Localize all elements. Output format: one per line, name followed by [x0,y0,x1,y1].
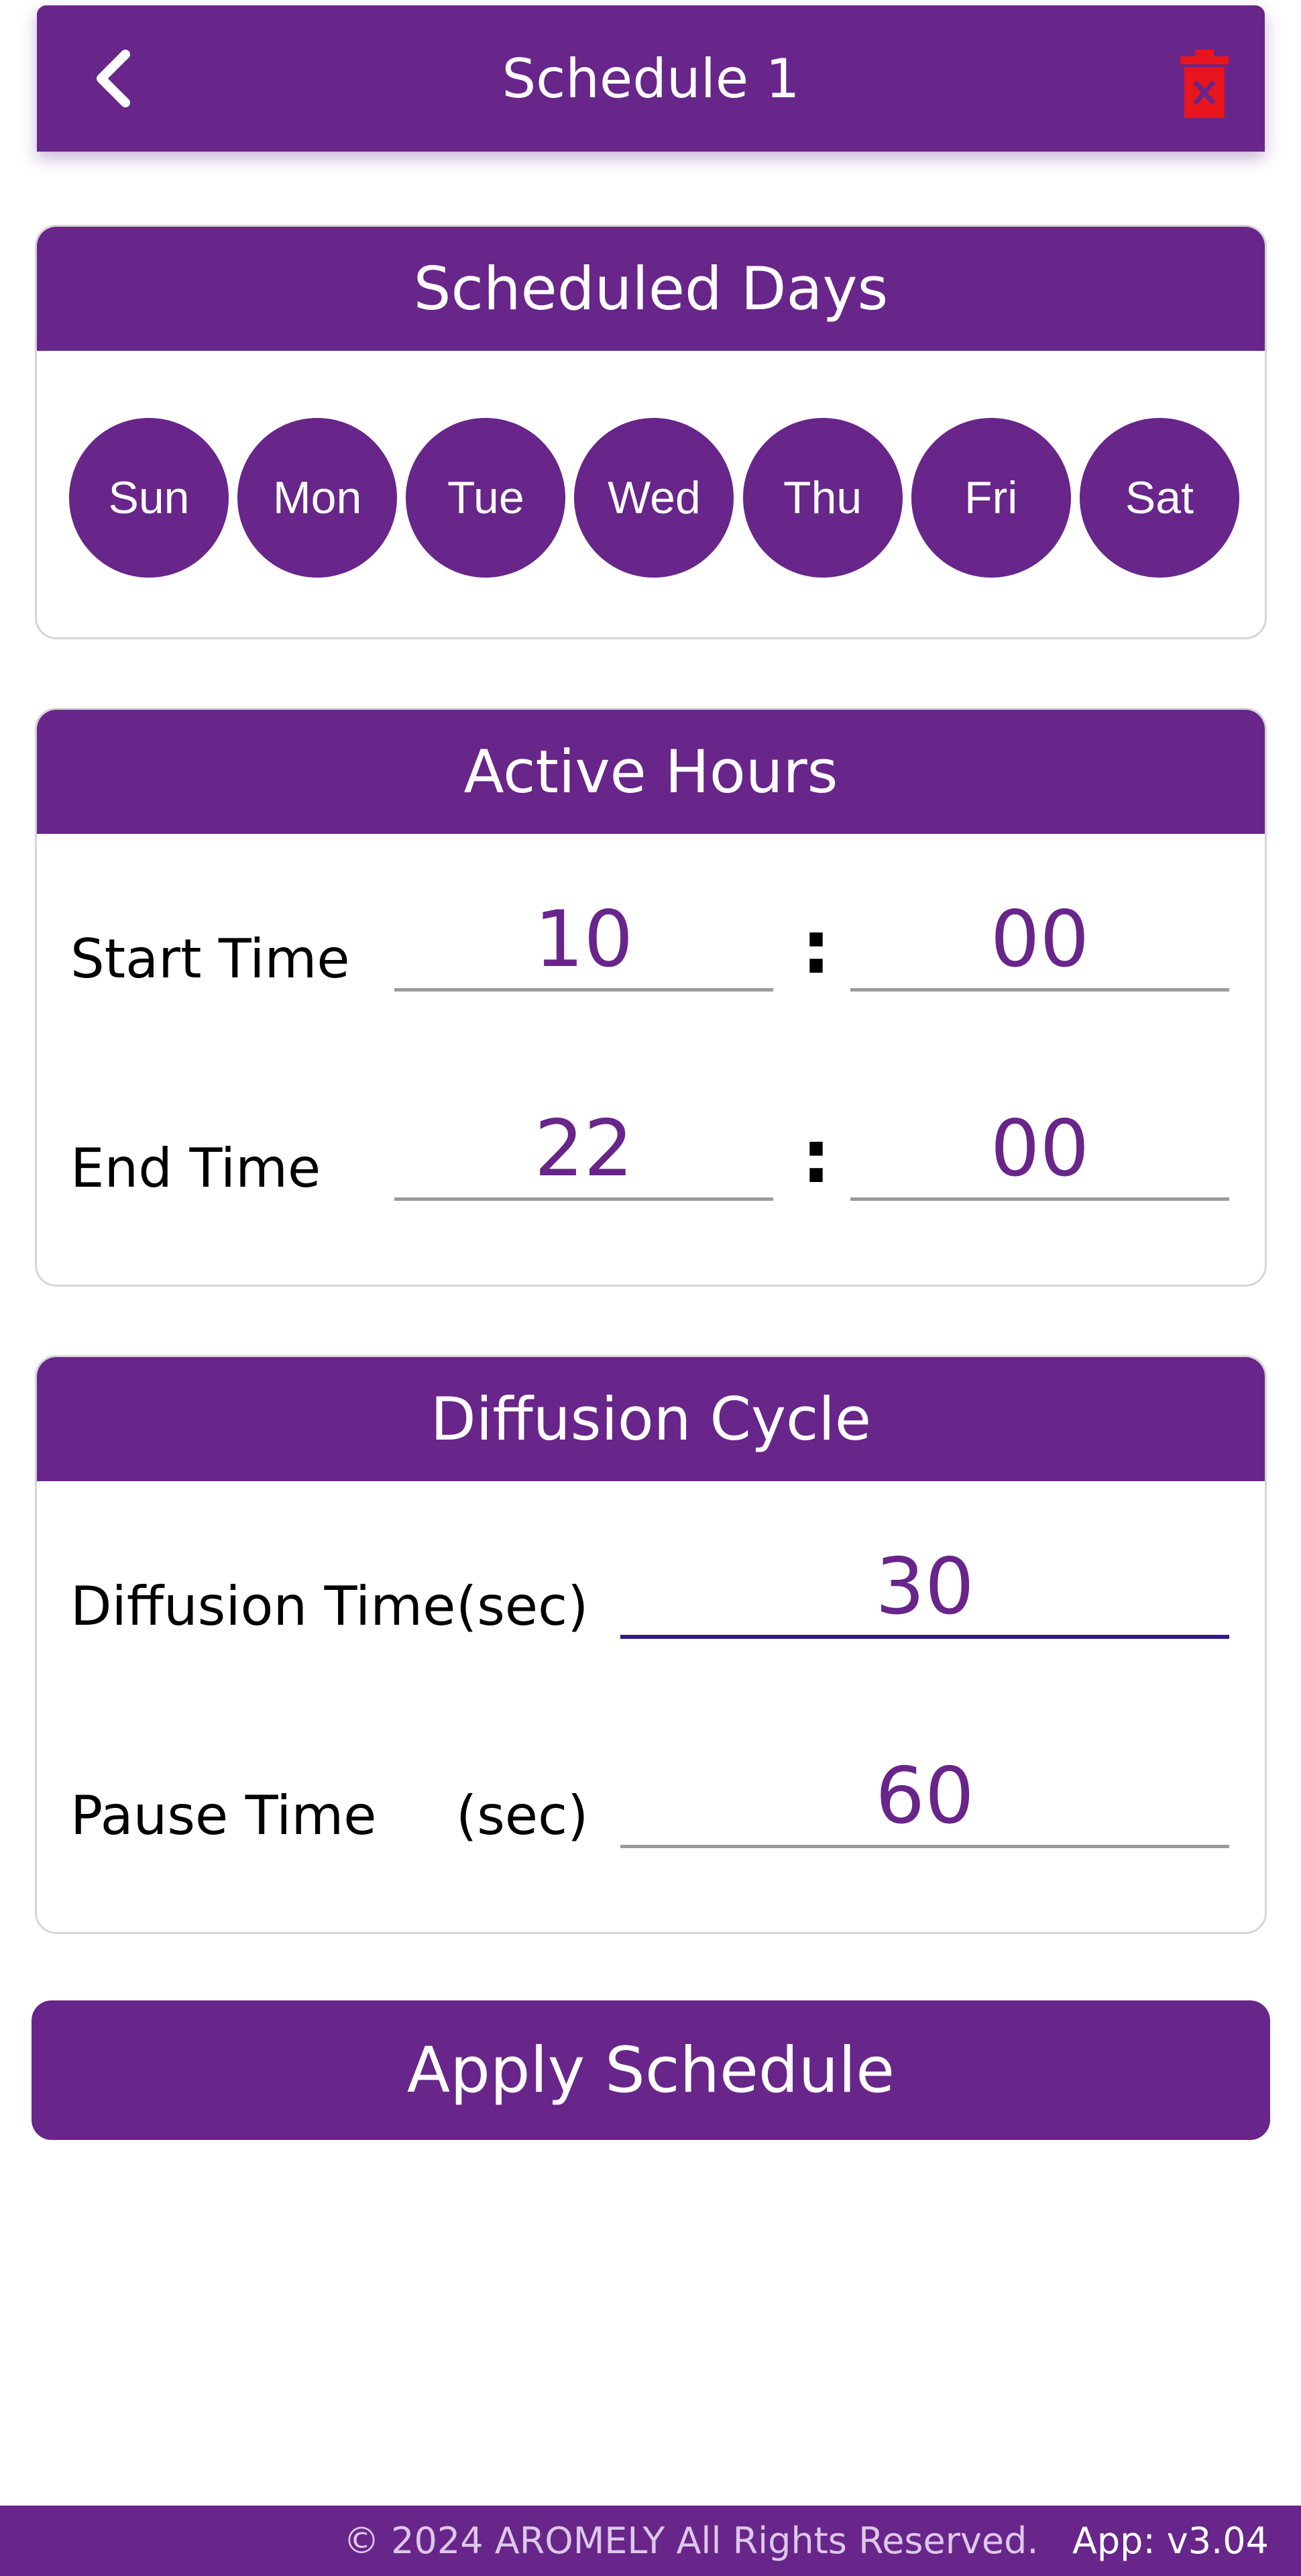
diffusion-time-label: Diffusion Time [70,1575,456,1638]
start-minute-input[interactable] [850,891,1229,991]
back-button[interactable] [77,35,151,122]
day-mon[interactable]: Mon [237,418,398,578]
day-tue[interactable]: Tue [406,418,566,578]
end-minute-input[interactable] [850,1100,1229,1201]
apply-schedule-button[interactable]: Apply Schedule [32,2000,1270,2140]
diffusion-cycle-card: Diffusion Cycle Diffusion Time (sec) Pau… [35,1355,1267,1934]
day-sun[interactable]: Sun [69,418,229,578]
page-title: Schedule 1 [502,47,800,110]
end-time-label: End Time [70,1137,321,1199]
day-sat[interactable]: Sat [1079,418,1239,578]
header-bar: Schedule 1 [37,5,1265,152]
diffusion-time-input[interactable] [620,1538,1229,1639]
chevron-left-icon [97,50,130,107]
delete-button[interactable] [1178,50,1231,119]
end-time-separator: : [801,1114,831,1199]
scheduled-days-card: Scheduled Days Sun Mon Tue Wed Thu Fri S… [35,225,1267,639]
day-wed[interactable]: Wed [574,418,734,578]
trash-icon [1180,50,1229,118]
active-hours-card: Active Hours Start Time : End Time : [35,708,1267,1287]
copyright-text: © 2024 AROMELY All Rights Reserved. [343,2520,1039,2562]
scheduled-days-title: Scheduled Days [37,227,1265,351]
start-hour-input[interactable] [394,891,773,991]
day-thu[interactable]: Thu [742,418,903,578]
start-time-label: Start Time [70,928,350,990]
day-fri[interactable]: Fri [911,418,1071,578]
end-hour-input[interactable] [394,1100,773,1201]
active-hours-title: Active Hours [37,710,1265,834]
diffusion-time-unit: (sec) [456,1575,589,1638]
pause-time-input[interactable] [620,1748,1229,1848]
footer: © 2024 AROMELY All Rights Reserved. App:… [0,2506,1301,2576]
pause-time-unit: (sec) [456,1784,589,1847]
diffusion-cycle-title: Diffusion Cycle [37,1357,1265,1481]
days-row: Sun Mon Tue Wed Thu Fri Sat [69,418,1239,579]
app-version: App: v3.04 [1072,2520,1269,2562]
start-time-separator: : [801,904,831,990]
pause-time-label: Pause Time [70,1784,377,1847]
